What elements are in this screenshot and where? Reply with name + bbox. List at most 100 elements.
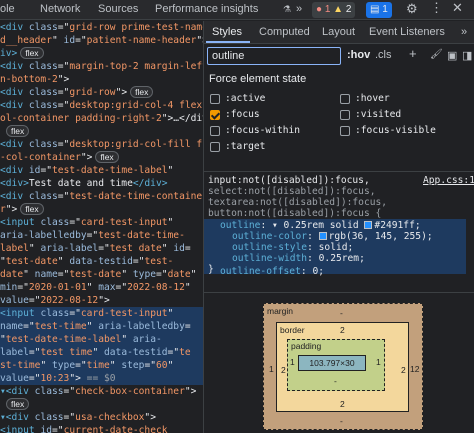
flex-badge[interactable]: flex: [95, 151, 119, 163]
dom-node-line[interactable]: ol-container padding-right-2">…</div>: [0, 112, 203, 125]
box-model-content[interactable]: 103.797×30: [298, 355, 366, 371]
dom-node-line[interactable]: flex: [0, 398, 203, 411]
prop-outline[interactable]: outline: ▾ 0.25rem solid #2491ff;: [220, 220, 421, 231]
more-panes-icon[interactable]: »: [461, 26, 467, 38]
dom-node-line[interactable]: n-bottom-2">: [0, 73, 203, 86]
more-tabs-icon[interactable]: »: [296, 3, 302, 15]
dom-node-line[interactable]: d__header" id="patient-name-header">: [0, 34, 203, 47]
dom-node-line[interactable]: aria-labelledby="test-date-time-: [0, 229, 203, 242]
hov-toggle[interactable]: :hov: [347, 49, 370, 61]
dom-node-line[interactable]: <div id="test-date-time-label": [0, 164, 203, 177]
dom-token: =": [75, 360, 87, 371]
tab-layout[interactable]: Layout: [322, 26, 355, 38]
border-right-value[interactable]: 2: [401, 365, 406, 375]
tab-network[interactable]: Network: [40, 3, 80, 15]
dom-node-line[interactable]: value="10:23"> == $0: [0, 372, 203, 385]
dom-node-line[interactable]: name="test-time" aria-labelledby=: [0, 320, 203, 333]
dom-node-line[interactable]: "test-date-time-label" aria-: [0, 333, 203, 346]
dom-node-line[interactable]: -col-container"> flex: [0, 151, 203, 164]
dom-node-line[interactable]: <div class="margin-top-2 margin-left-2 m: [0, 60, 203, 73]
dom-node-line[interactable]: ▾<div class="check-box-container">: [0, 385, 203, 398]
padding-bottom-value[interactable]: -: [334, 376, 337, 386]
prop-outline-width-value[interactable]: 0.25rem;: [319, 253, 365, 264]
dom-node-line[interactable]: "test-date" data-testid="test-: [0, 255, 203, 268]
cls-toggle[interactable]: .cls: [375, 49, 392, 61]
prop-outline-color-hex[interactable]: #2491ff;: [374, 220, 420, 231]
margin-top-value[interactable]: -: [340, 308, 343, 318]
dom-node-line[interactable]: r"> flex: [0, 203, 203, 216]
state-focus-within-checkbox[interactable]: [210, 126, 220, 136]
padding-right-value[interactable]: 1: [376, 357, 381, 367]
tab-performance-insights[interactable]: Performance insights: [155, 3, 258, 15]
dom-node-line[interactable]: ▾<div class="usa-checkbox">: [0, 411, 203, 424]
padding-left-value[interactable]: 1: [290, 357, 295, 367]
state-focus-checkbox[interactable]: [210, 110, 220, 120]
tab-styles[interactable]: Styles: [212, 26, 242, 38]
prop-outline-style[interactable]: outline-style: solid;: [232, 242, 353, 253]
border-left-value[interactable]: 2: [281, 365, 286, 375]
more-options-icon[interactable]: ⋮: [430, 0, 443, 16]
prop-outline-value[interactable]: 0.25rem solid: [284, 220, 359, 231]
outline-color-swatch-2[interactable]: [318, 232, 327, 240]
prop-outline-offset-value[interactable]: 0;: [312, 266, 324, 277]
dom-token: test-date-time-: [98, 230, 185, 241]
flex-badge[interactable]: flex: [6, 125, 30, 137]
warning-icon: ▲: [333, 4, 344, 15]
box-model-margin[interactable]: margin - - border 2 2 2 2 padding - 1 1 …: [263, 303, 423, 430]
settings-gear-icon[interactable]: ⚙: [406, 1, 418, 17]
dom-node-line[interactable]: <div class="test-date-time-containe: [0, 190, 203, 203]
flex-badge[interactable]: flex: [20, 203, 44, 215]
dom-node-line[interactable]: <div>Test date and time</div>: [0, 177, 203, 190]
styles-filter-input[interactable]: outline: [207, 47, 341, 65]
dom-node-line[interactable]: label" aria-label="test date" id=: [0, 242, 203, 255]
margin-bottom-value[interactable]: -: [340, 416, 343, 426]
margin-right-value[interactable]: 12: [410, 364, 419, 374]
computed-toggle-icon[interactable]: ▣: [447, 49, 457, 62]
state-target-checkbox[interactable]: [210, 142, 220, 152]
box-model-padding[interactable]: padding - 1 1 - 103.797×30: [287, 339, 385, 391]
dom-node-line[interactable]: <input class="card-test-input": [0, 307, 203, 320]
rule-source-text[interactable]: App.css:1: [423, 175, 474, 186]
dom-node-line[interactable]: <div class="desktop:grid-col-fill flex: [0, 138, 203, 151]
dom-node-line[interactable]: <input id="current-date-check: [0, 424, 203, 433]
prop-outline-color-value[interactable]: rgb(36, 145, 255);: [329, 231, 433, 242]
dom-node-line[interactable]: date" name="test-date" type="date": [0, 268, 203, 281]
dom-node-line[interactable]: iv> flex: [0, 47, 203, 60]
border-top-value[interactable]: 2: [340, 325, 345, 335]
errors-badge[interactable]: ● 1 ▲ 2: [312, 2, 356, 18]
dom-node-line[interactable]: min="2020-01-01" max="2022-08-12": [0, 281, 203, 294]
tab-sources[interactable]: Sources: [98, 3, 138, 15]
box-model-border[interactable]: border 2 2 2 2 padding - 1 1 - 103.797×3…: [276, 322, 409, 412]
flex-badge[interactable]: flex: [6, 398, 30, 410]
border-bottom-value[interactable]: 2: [340, 399, 345, 409]
dom-node-line[interactable]: st-time" type="time" step="60": [0, 359, 203, 372]
sidebar-toggle-icon[interactable]: ◨: [462, 49, 472, 62]
prop-outline-color[interactable]: outline-color: rgb(36, 145, 255);: [232, 231, 433, 242]
flex-badge[interactable]: flex: [20, 47, 44, 59]
prop-outline-style-value[interactable]: solid;: [319, 242, 354, 253]
dom-node-line[interactable]: label="test time" data-testid="te: [0, 346, 203, 359]
prop-outline-offset[interactable]: outline-offset: 0;: [220, 266, 324, 277]
issues-badge[interactable]: ▤ 1: [366, 2, 392, 18]
outline-color-swatch[interactable]: [364, 221, 373, 229]
rule-source-link[interactable]: App.css:1: [423, 175, 474, 186]
dom-node-line[interactable]: <div class="grid-row"> flex: [0, 86, 203, 99]
flex-badge[interactable]: flex: [130, 86, 154, 98]
close-icon[interactable]: ✕: [452, 0, 463, 16]
paint-icon[interactable]: 🖌: [430, 49, 443, 60]
state-focus-visible-checkbox[interactable]: [340, 126, 350, 136]
tab-computed[interactable]: Computed: [259, 26, 310, 38]
tab-event-listeners[interactable]: Event Listeners: [369, 26, 445, 38]
dom-node-line[interactable]: value="2022-08-12">: [0, 294, 203, 307]
state-active-checkbox[interactable]: [210, 94, 220, 104]
dom-node-line[interactable]: <div class="grid-row prime-test-name usa: [0, 21, 203, 34]
prop-outline-width[interactable]: outline-width: 0.25rem;: [232, 253, 365, 264]
dom-node-line[interactable]: <input class="card-test-input": [0, 216, 203, 229]
state-hover-checkbox[interactable]: [340, 94, 350, 104]
margin-left-value[interactable]: 1: [269, 364, 274, 374]
state-visited-checkbox[interactable]: [340, 110, 350, 120]
dom-node-line[interactable]: <div class="desktop:grid-col-4 flex-c: [0, 99, 203, 112]
add-rule-icon[interactable]: +: [409, 46, 417, 61]
dom-node-line[interactable]: flex: [0, 125, 203, 138]
tab-console[interactable]: ole: [0, 3, 15, 15]
